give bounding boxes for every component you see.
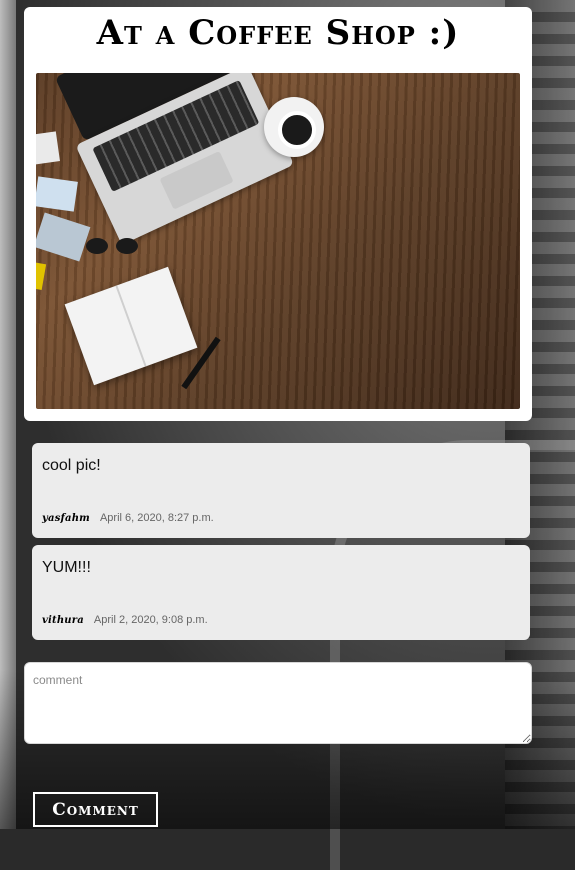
comment-text: YUM!!! [42,559,91,576]
comment-author: vithura [42,615,84,626]
post-photo [36,73,520,409]
comment-item: YUM!!! vithura April 2, 2020, 9:08 p.m. [32,545,530,640]
comment-input[interactable] [24,662,532,744]
comment-meta: vithura April 2, 2020, 9:08 p.m. [42,614,208,626]
post-title: At a Coffee Shop :) [96,13,460,53]
comment-author: yasfahm [42,513,90,524]
photo-coffee-cup [264,97,324,157]
comment-meta: yasfahm April 6, 2020, 8:27 p.m. [42,512,214,524]
comment-button[interactable]: Comment [33,792,158,827]
photo-laptop [54,73,295,254]
comment-text: cool pic! [42,457,101,474]
comment-item: cool pic! yasfahm April 6, 2020, 8:27 p.… [32,443,530,538]
photo-notebook [64,266,198,386]
post-card: At a Coffee Shop :) [24,7,532,421]
comment-date: April 6, 2020, 8:27 p.m. [99,512,214,524]
photo-glasses [86,238,156,260]
comment-date: April 2, 2020, 9:08 p.m. [93,614,208,626]
